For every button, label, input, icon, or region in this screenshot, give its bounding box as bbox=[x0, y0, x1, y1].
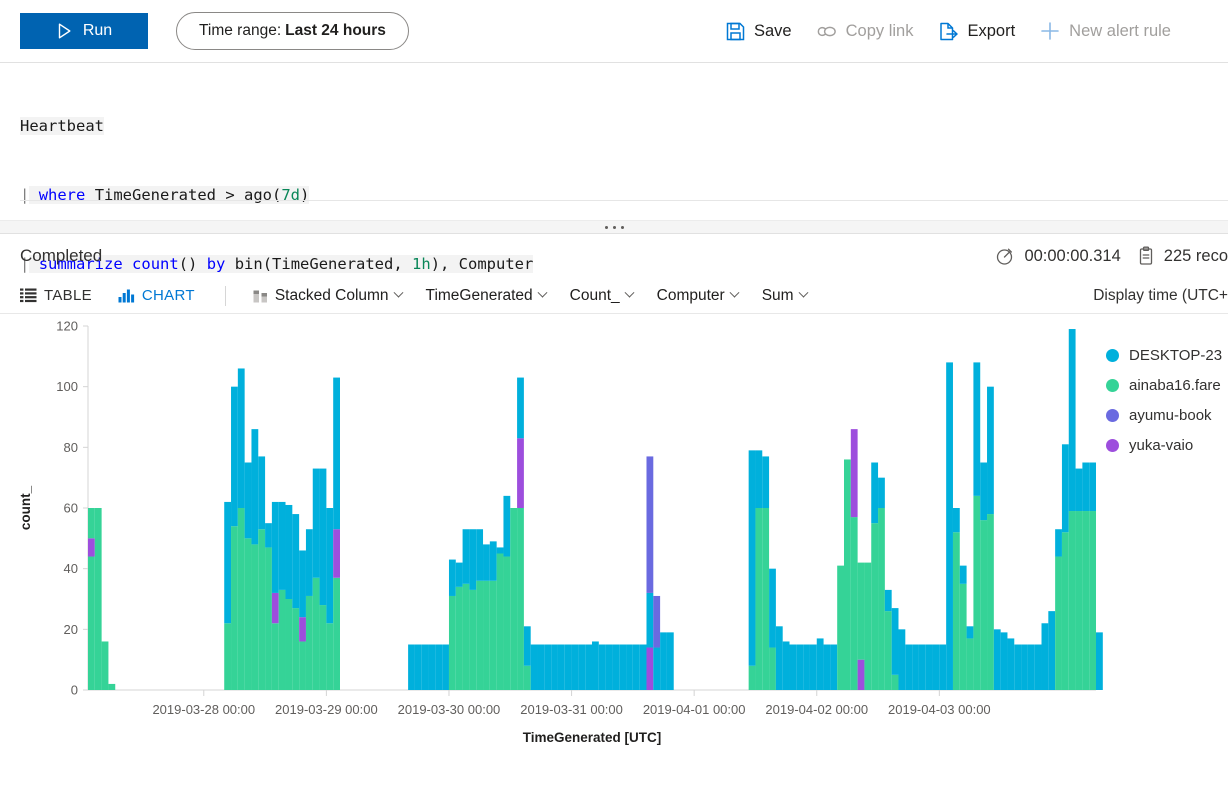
results-metadata: 00:00:00.314 225 reco bbox=[995, 234, 1228, 278]
tab-table-label: TABLE bbox=[44, 287, 92, 304]
copy-link-button[interactable]: Copy link bbox=[804, 11, 926, 51]
editor-divider bbox=[20, 200, 1228, 201]
svg-text:2019-03-30 00:00: 2019-03-30 00:00 bbox=[398, 702, 501, 717]
chevron-down-icon bbox=[798, 287, 809, 298]
tab-chart[interactable]: CHART bbox=[118, 279, 205, 313]
legend-item-0[interactable]: DESKTOP-23 bbox=[1106, 340, 1228, 370]
timer-icon bbox=[995, 246, 1015, 266]
svg-text:2019-04-02 00:00: 2019-04-02 00:00 bbox=[765, 702, 868, 717]
chevron-down-icon bbox=[537, 287, 548, 298]
svg-text:80: 80 bbox=[64, 440, 78, 455]
svg-text:2019-04-01 00:00: 2019-04-01 00:00 bbox=[643, 702, 746, 717]
bar-chart-icon bbox=[118, 288, 135, 303]
svg-text:120: 120 bbox=[56, 319, 78, 334]
x-axis-dropdown[interactable]: TimeGenerated bbox=[414, 279, 558, 313]
svg-text:2019-04-03 00:00: 2019-04-03 00:00 bbox=[888, 702, 991, 717]
svg-text:2019-03-28 00:00: 2019-03-28 00:00 bbox=[152, 702, 255, 717]
where-tail: ) bbox=[300, 186, 310, 204]
stacked-column-icon bbox=[252, 288, 269, 304]
legend-color-swatch bbox=[1106, 378, 1119, 392]
kw-where: where bbox=[38, 186, 86, 204]
time-range-prefix: Time range: bbox=[199, 22, 282, 39]
save-label: Save bbox=[754, 21, 792, 40]
record-count: 225 reco bbox=[1163, 246, 1228, 265]
svg-text:40: 40 bbox=[64, 561, 78, 576]
pipe-1: | bbox=[20, 186, 30, 204]
new-alert-rule-button[interactable]: New alert rule bbox=[1027, 11, 1183, 51]
legend-item-2[interactable]: ayumu-book bbox=[1106, 400, 1228, 430]
display-time-label: Display time (UTC+ bbox=[1093, 287, 1228, 304]
x-axis-label: TimeGenerated bbox=[425, 286, 533, 304]
toolbar-divider bbox=[224, 285, 226, 306]
stacked-column-chart[interactable]: 0 20 40 60 80 100 120 count_ 2019-03-28 00:00 201… bbox=[0, 314, 1228, 784]
table-icon bbox=[20, 288, 37, 303]
main-toolbar: Run Time range: Last 24 hours Save Copy … bbox=[0, 0, 1228, 62]
legend-label: ayumu-book bbox=[1129, 406, 1212, 424]
query-editor[interactable]: Heartbeat | where TimeGenerated > ago(7d… bbox=[0, 62, 1228, 411]
chart-type-label: Stacked Column bbox=[274, 286, 389, 304]
display-time-selector[interactable]: Display time (UTC+ bbox=[1093, 278, 1228, 314]
tab-table[interactable]: TABLE bbox=[20, 279, 102, 313]
ago-value: 7d bbox=[281, 186, 300, 204]
svg-text:20: 20 bbox=[64, 622, 78, 637]
export-button[interactable]: Export bbox=[925, 11, 1027, 51]
run-button-label: Run bbox=[82, 22, 113, 39]
play-icon bbox=[56, 23, 73, 40]
run-button[interactable]: Run bbox=[20, 13, 148, 49]
new-alert-rule-label: New alert rule bbox=[1069, 21, 1171, 40]
export-icon bbox=[937, 20, 959, 42]
legend-color-swatch bbox=[1106, 408, 1119, 422]
toolbar-actions: Save Copy link Export New alert rule bbox=[712, 0, 1183, 62]
query-line-2: | where TimeGenerated > ago(7d) bbox=[20, 184, 1228, 207]
chevron-down-icon bbox=[729, 287, 740, 298]
svg-text:count_: count_ bbox=[18, 485, 33, 530]
chevron-down-icon bbox=[393, 287, 403, 298]
aggregation-label: Sum bbox=[761, 286, 794, 304]
query-line-1: Heartbeat bbox=[20, 115, 1228, 138]
split-by-label: Computer bbox=[656, 286, 725, 304]
records-group: 225 reco bbox=[1137, 246, 1228, 266]
export-label: Export bbox=[967, 21, 1016, 40]
legend-label: ainaba16.fare bbox=[1129, 376, 1221, 394]
chevron-down-icon bbox=[624, 287, 635, 298]
legend-item-3[interactable]: yuka-vaio bbox=[1106, 430, 1228, 460]
y-axis-dropdown[interactable]: Count_ bbox=[558, 279, 645, 313]
link-icon bbox=[816, 20, 838, 42]
results-header: Completed 00:00:00.314 225 reco bbox=[0, 234, 1228, 278]
clipboard-icon bbox=[1137, 246, 1155, 266]
svg-text:100: 100 bbox=[56, 379, 78, 394]
svg-text:2019-03-29 00:00: 2019-03-29 00:00 bbox=[275, 702, 378, 717]
time-range-value: Last 24 hours bbox=[285, 22, 386, 39]
svg-text:60: 60 bbox=[64, 501, 78, 516]
query-duration: 00:00:00.314 bbox=[1024, 246, 1121, 265]
legend-color-swatch bbox=[1106, 438, 1119, 452]
svg-text:TimeGenerated [UTC]: TimeGenerated [UTC] bbox=[523, 730, 662, 745]
chart-toolbar: TABLE CHART Stacked Column TimeGenerated… bbox=[0, 278, 1228, 314]
save-icon bbox=[724, 20, 746, 42]
split-by-dropdown[interactable]: Computer bbox=[645, 279, 750, 313]
tab-chart-label: CHART bbox=[141, 287, 195, 304]
where-expr: TimeGenerated > ago( bbox=[85, 186, 282, 204]
legend-label: yuka-vaio bbox=[1129, 436, 1194, 454]
save-button[interactable]: Save bbox=[712, 11, 804, 51]
svg-text:2019-03-31 00:00: 2019-03-31 00:00 bbox=[520, 702, 623, 717]
chart-type-dropdown[interactable]: Stacked Column bbox=[240, 279, 414, 313]
query-table-name: Heartbeat bbox=[20, 117, 104, 135]
legend-item-1[interactable]: ainaba16.fare bbox=[1106, 370, 1228, 400]
y-axis-label: Count_ bbox=[569, 286, 620, 304]
legend-label: DESKTOP-23 bbox=[1129, 346, 1223, 364]
chart-container: 0 20 40 60 80 100 120 count_ 2019-03-28 00:00 201… bbox=[0, 314, 1228, 784]
svg-text:0: 0 bbox=[71, 683, 78, 698]
plot-area: 0 20 40 60 80 100 120 count_ 2019-03-28 00:00 201… bbox=[0, 314, 1228, 784]
legend-color-swatch bbox=[1106, 348, 1119, 362]
aggregation-dropdown[interactable]: Sum bbox=[750, 279, 819, 313]
time-range-picker[interactable]: Time range: Last 24 hours bbox=[176, 12, 409, 50]
query-status: Completed bbox=[20, 246, 103, 265]
copy-link-label: Copy link bbox=[845, 21, 914, 40]
duration-group: 00:00:00.314 bbox=[995, 246, 1121, 266]
chart-legend: DESKTOP-23 ainaba16.fare ayumu-book yuka… bbox=[1106, 340, 1228, 460]
plus-icon bbox=[1039, 20, 1061, 42]
